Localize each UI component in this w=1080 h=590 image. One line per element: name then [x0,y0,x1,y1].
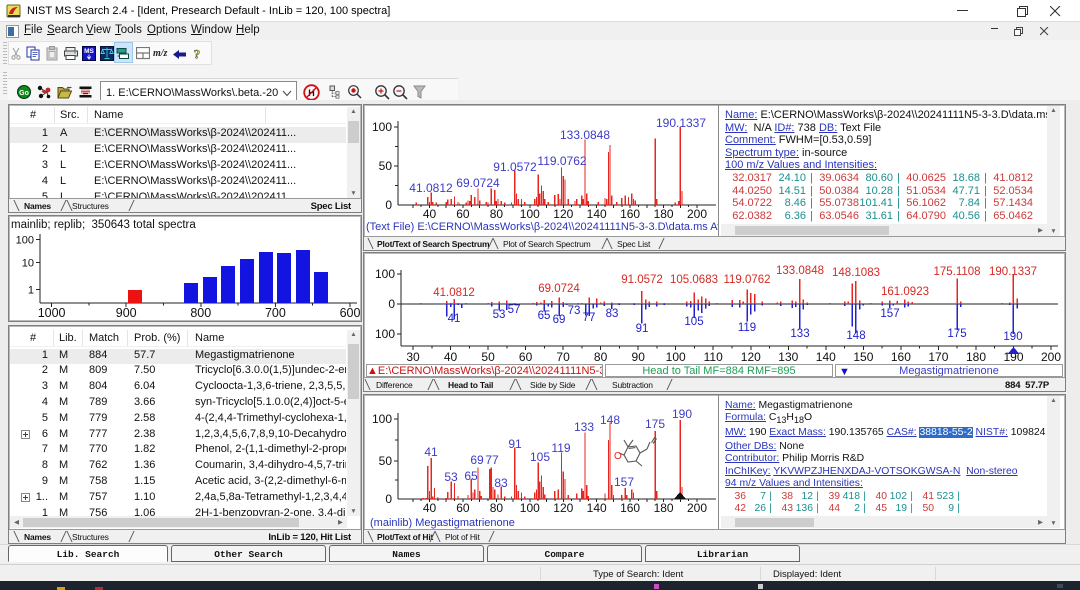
svg-text:800: 800 [190,306,211,320]
svg-text:1: 1 [28,285,34,297]
svg-text:?: ? [194,47,201,62]
svg-text:100: 100 [16,235,34,247]
svg-text:900: 900 [116,306,137,320]
svg-text:10: 10 [22,258,34,270]
svg-text:O: O [614,451,622,462]
svg-text:Go: Go [19,90,29,97]
svg-text:700: 700 [265,306,286,320]
svg-text:600: 600 [340,306,360,320]
svg-text:1000: 1000 [38,306,66,320]
svg-text:MS: MS [84,48,94,55]
